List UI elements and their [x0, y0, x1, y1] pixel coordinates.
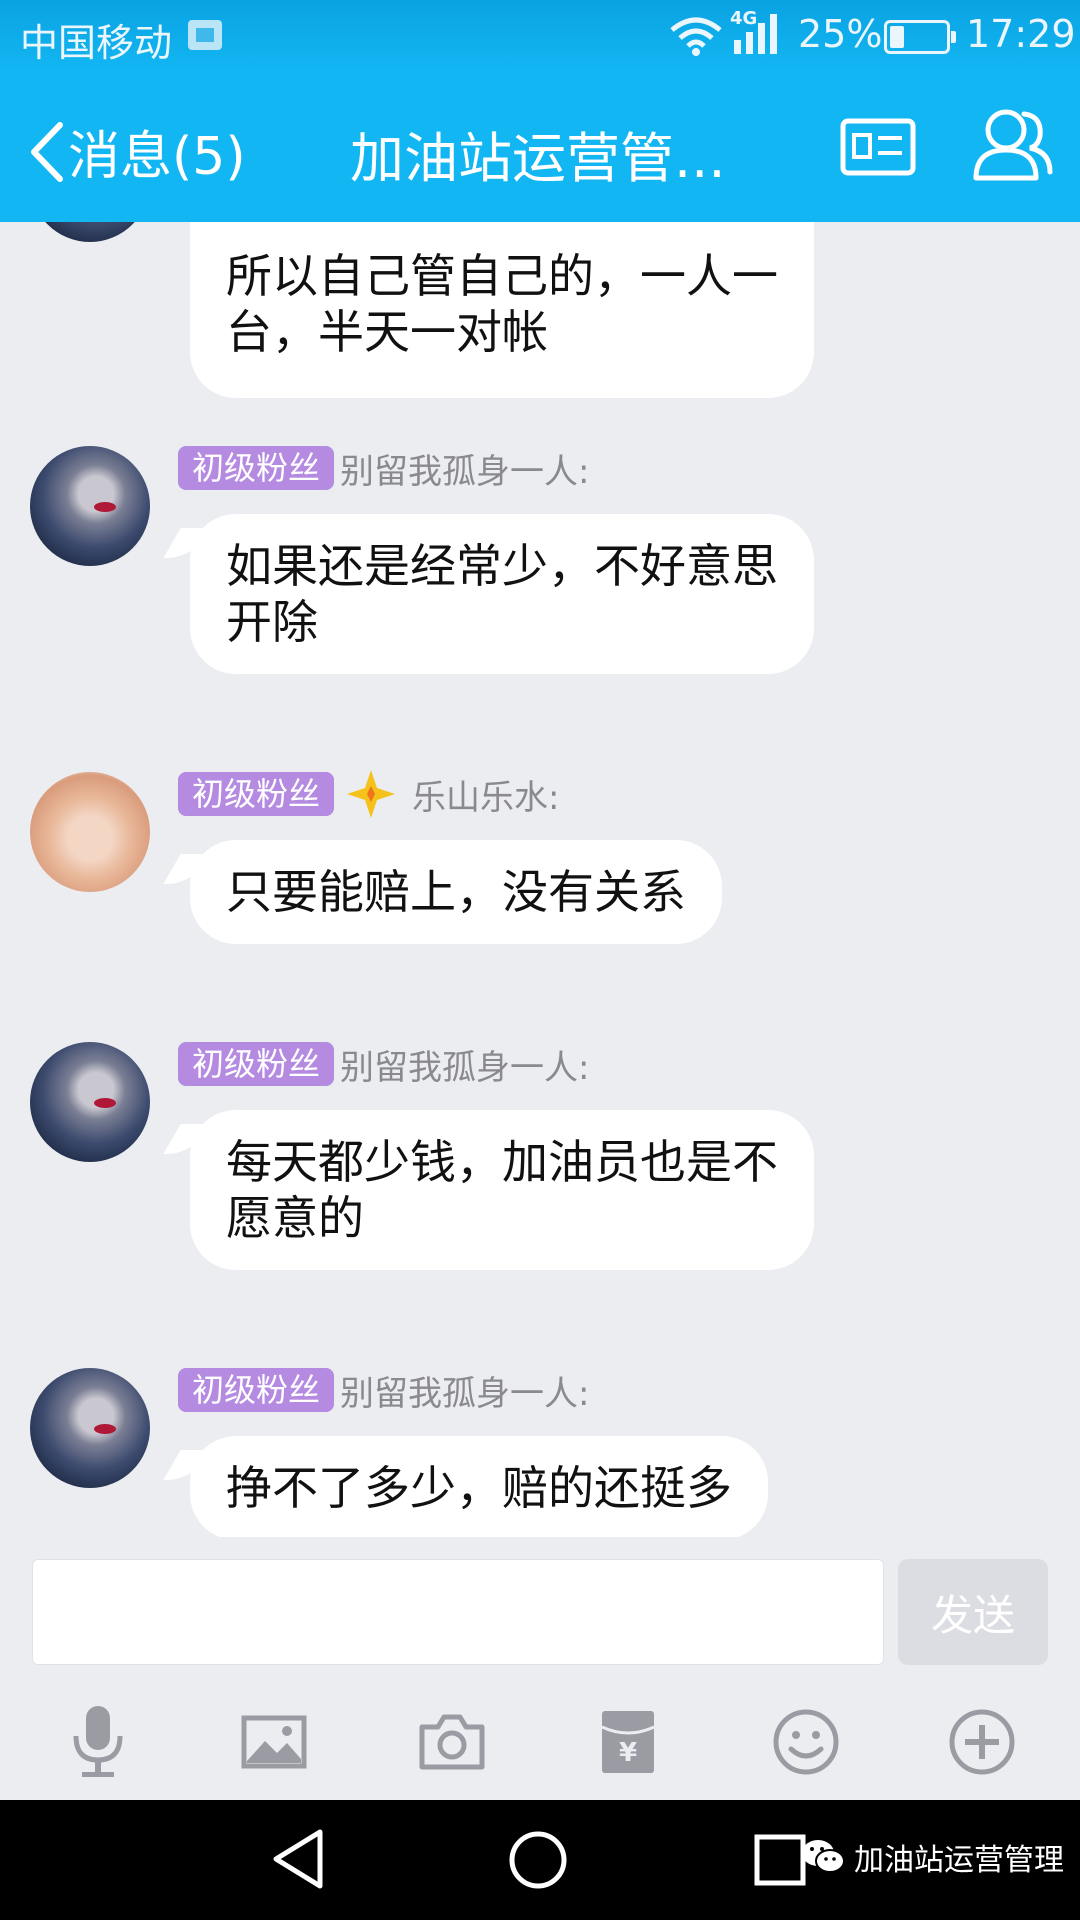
sender-name[interactable]: 别留我孤身一人: [340, 1040, 589, 1089]
red-packet-icon[interactable]: ¥ [588, 1702, 668, 1782]
carrier-name: 中国移动 [20, 21, 173, 65]
message-line: 台，半天一对帐 [226, 305, 548, 359]
sender-line: 初级粉丝 别留我孤身一人: [178, 1366, 589, 1415]
image-icon[interactable] [234, 1702, 314, 1782]
fan-level-badge: 初级粉丝 [178, 772, 335, 816]
plus-icon[interactable] [942, 1702, 1022, 1782]
sender-name[interactable]: 别留我孤身一人: [340, 1366, 589, 1415]
avatar[interactable] [30, 1368, 150, 1488]
gallery-notification-icon [188, 20, 222, 50]
microphone-icon[interactable] [58, 1702, 138, 1782]
wechat-watermark: 加油站运营管理 [800, 1835, 1064, 1879]
top-header: 中国移动 4G 25% 17:29 消息(5) 加油站运营管... [0, 0, 1080, 222]
avatar[interactable] [30, 446, 150, 566]
composer: 发送 [0, 1537, 1080, 1672]
chevron-left-icon [31, 121, 63, 182]
message-bubble[interactable]: 如果还是经常少，不好意思 开除 [190, 514, 814, 674]
avatar[interactable] [30, 222, 150, 242]
wifi-icon [670, 17, 722, 56]
message-bubble[interactable]: 只要能赔上，没有关系 [190, 840, 722, 944]
input-toolbar: ¥ [0, 1672, 1080, 1800]
fan-level-badge: 初级粉丝 [178, 446, 335, 490]
clock: 17:29 [966, 12, 1076, 56]
title-bar: 消息(5) 加油站运营管... [0, 70, 1080, 222]
sender-name[interactable]: 别留我孤身一人: [340, 444, 589, 493]
fan-level-badge: 初级粉丝 [178, 1042, 335, 1086]
message-line: 只要能赔上，没有关系 [226, 865, 686, 919]
camera-icon[interactable] [412, 1702, 492, 1782]
message-line: 如果还是经常少，不好意思 [226, 539, 778, 593]
sender-line: 初级粉丝 别留我孤身一人: [178, 444, 589, 493]
message-line: 每天都少钱，加油员也是不 [226, 1135, 778, 1189]
message-list[interactable]: 所以自己管自己的，一人一 台，半天一对帐 初级粉丝 别留我孤身一人: 如果还是经… [0, 222, 1080, 1537]
avatar[interactable] [30, 772, 150, 892]
send-button[interactable]: 发送 [898, 1559, 1048, 1665]
message-input[interactable] [32, 1559, 884, 1665]
back-triangle-icon[interactable] [270, 1828, 326, 1890]
sender-line: 初级粉丝 别留我孤身一人: [178, 1040, 589, 1089]
svg-text:¥: ¥ [619, 1738, 637, 1768]
message-bubble[interactable]: 所以自己管自己的，一人一 台，半天一对帐 [190, 222, 814, 398]
emoji-icon[interactable] [766, 1702, 846, 1782]
message-line: 所以自己管自己的，一人一 [226, 249, 778, 303]
signal-icon [734, 14, 777, 54]
fan-level-badge: 初级粉丝 [178, 1368, 335, 1412]
message-line: 开除 [226, 595, 318, 649]
battery-icon [884, 20, 956, 54]
back-label: 消息(5) [68, 127, 246, 187]
recents-square-icon[interactable] [754, 1834, 806, 1886]
group-members-icon[interactable] [972, 106, 1054, 182]
back-button[interactable]: 消息(5) [28, 114, 246, 189]
status-bar: 中国移动 4G 25% 17:29 [0, 0, 1080, 70]
sender-name[interactable]: 乐山乐水: [412, 770, 559, 819]
wechat-icon [802, 1840, 845, 1873]
message-line: 挣不了多少，赔的还挺多 [226, 1461, 732, 1515]
group-profile-icon[interactable] [840, 118, 916, 176]
sparkle-medal-icon [347, 770, 396, 818]
battery-percent: 25% [798, 12, 883, 56]
message-line: 愿意的 [226, 1191, 364, 1245]
message-bubble[interactable]: 每天都少钱，加油员也是不 愿意的 [190, 1110, 814, 1270]
avatar[interactable] [30, 1042, 150, 1162]
watermark-text: 加油站运营管理 [854, 1843, 1064, 1878]
home-circle-icon[interactable] [508, 1830, 568, 1890]
sender-line: 初级粉丝 乐山乐水: [178, 770, 559, 819]
message-bubble[interactable]: 挣不了多少，赔的还挺多 [190, 1436, 768, 1537]
chat-title: 加油站运营管... [350, 127, 726, 190]
